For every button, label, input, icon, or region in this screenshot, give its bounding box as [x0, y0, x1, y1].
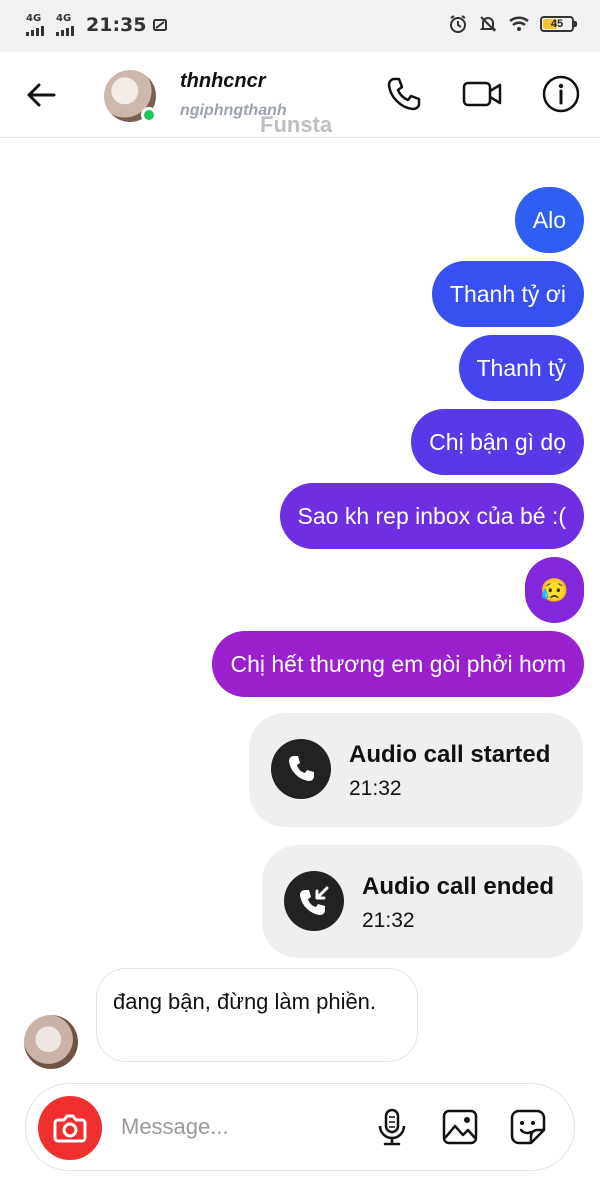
chat-header: thnhcncr ngiphngthanh Funsta	[0, 52, 600, 138]
sender-avatar[interactable]	[24, 1015, 78, 1069]
outgoing-message[interactable]: Alo	[514, 187, 584, 253]
outgoing-message[interactable]: Thanh tỷ ơi	[431, 261, 584, 327]
phone-call-icon[interactable]	[384, 74, 424, 114]
network-type: 4G	[26, 13, 42, 24]
screenshot-icon	[153, 19, 168, 31]
alarm-icon	[450, 15, 466, 33]
watermark: Funsta	[260, 112, 333, 137]
outgoing-message[interactable]: Thanh tỷ	[458, 335, 584, 401]
phone-icon	[271, 739, 331, 799]
call-title: Audio call ended	[362, 873, 555, 900]
signal-icon: 4G	[56, 14, 80, 36]
camera-button[interactable]	[38, 1096, 102, 1160]
camera-icon	[53, 1114, 87, 1143]
call-event[interactable]: Audio call started 21:32	[249, 713, 583, 827]
message-input[interactable]: Message...	[121, 1114, 229, 1140]
info-icon[interactable]	[541, 74, 581, 114]
back-arrow-icon[interactable]	[24, 78, 58, 112]
outgoing-message[interactable]: Chị hết thương em gòi phởi hơm	[212, 631, 584, 697]
wifi-icon	[509, 16, 529, 31]
phone-incoming-icon	[284, 871, 344, 931]
sticker-icon[interactable]	[507, 1106, 549, 1148]
outgoing-message[interactable]: Sao kh rep inbox của bé :(	[279, 483, 584, 549]
outgoing-message[interactable]: Chị bận gì dọ	[411, 409, 584, 475]
network-type: 4G	[56, 13, 72, 24]
microphone-icon[interactable]	[371, 1106, 413, 1148]
battery-level: 45	[550, 18, 564, 30]
status-bar: 4G 4G 21:35 45	[0, 0, 600, 52]
call-title: Audio call started	[349, 741, 551, 768]
incoming-message[interactable]: đang bận, đừng làm phiền.	[96, 968, 418, 1062]
signal-icon: 4G	[26, 14, 50, 36]
contact-avatar[interactable]	[104, 70, 157, 123]
online-indicator	[141, 107, 157, 123]
contact-name[interactable]: thnhcncr	[180, 70, 266, 93]
message-composer: Message...	[25, 1083, 575, 1171]
gallery-icon[interactable]	[439, 1106, 481, 1148]
outgoing-message[interactable]: 😥	[525, 557, 584, 623]
battery-icon: 45	[540, 16, 577, 32]
call-time: 21:32	[362, 909, 415, 932]
status-time: 21:35	[86, 14, 147, 36]
mute-icon	[479, 16, 497, 32]
call-time: 21:32	[349, 777, 402, 800]
video-call-icon[interactable]	[462, 74, 502, 114]
call-event[interactable]: Audio call ended 21:32	[262, 845, 583, 958]
